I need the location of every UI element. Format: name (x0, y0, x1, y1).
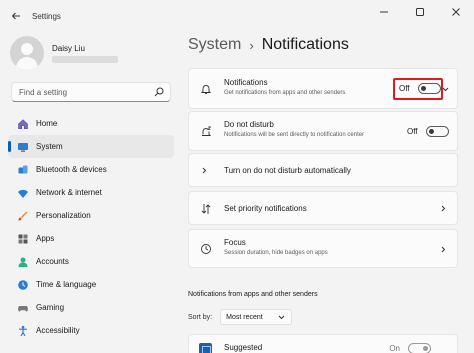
chevron-right-icon[interactable] (440, 205, 447, 212)
window-controls (366, 0, 474, 24)
back-arrow-icon (11, 12, 20, 20)
suggested-toggle-state: On (389, 344, 400, 353)
user-profile[interactable] (10, 36, 44, 70)
main-content: System › Notifications Notifications Get… (182, 32, 474, 353)
notifications-setting-card[interactable]: Notifications Get notifications from app… (188, 68, 458, 109)
sort-dropdown-value: Most recent (226, 313, 263, 321)
sidebar-item-label: Accounts (36, 257, 69, 266)
sidebar-item-system[interactable]: System (8, 135, 174, 158)
dnd-title: Do not disturb (224, 120, 274, 129)
notifications-description: Get notifications from apps and other se… (224, 90, 346, 96)
sidebar: Daisy Liu Home System Bluetooth & device… (0, 32, 182, 353)
close-icon (452, 8, 460, 16)
gaming-icon (16, 301, 29, 314)
system-icon (16, 140, 29, 153)
user-name: Daisy Liu (52, 44, 85, 53)
chevron-down-icon (278, 315, 285, 320)
suggested-app-icon (199, 343, 212, 353)
notifications-toggle-state: Off (399, 84, 410, 93)
suggested-toggle[interactable] (408, 343, 431, 353)
sidebar-item-gaming[interactable]: Gaming (8, 296, 174, 319)
priority-title: Set priority notifications (224, 204, 307, 213)
sidebar-item-personalization[interactable]: Personalization (8, 204, 174, 227)
focus-card[interactable]: Focus Session duration, hide badges on a… (188, 229, 458, 268)
dnd-toggle-state: Off (407, 127, 418, 136)
minimize-button[interactable] (366, 0, 402, 24)
dnd-description: Notifications will be sent directly to n… (224, 132, 365, 138)
dnd-toggle-group[interactable]: Off (407, 126, 449, 137)
sidebar-item-apps[interactable]: Apps (8, 227, 174, 250)
priority-icon (199, 202, 213, 216)
breadcrumb-parent[interactable]: System (188, 36, 241, 54)
accounts-icon (16, 255, 29, 268)
sort-by-label: Sort by: (188, 313, 213, 321)
sidebar-item-label: Home (36, 119, 58, 128)
sidebar-item-accessibility[interactable]: Accessibility (8, 319, 174, 342)
sidebar-nav: Home System Bluetooth & devices Network … (8, 112, 174, 342)
maximize-button[interactable] (402, 0, 438, 24)
chevron-right-icon[interactable] (201, 167, 208, 174)
bell-snooze-icon (199, 125, 213, 139)
sort-by-row: Sort by: Most recent (188, 309, 293, 325)
senders-section-title: Notifications from apps and other sender… (188, 291, 318, 298)
notifications-title: Notifications (224, 78, 268, 87)
breadcrumb: System › Notifications (188, 36, 349, 54)
sidebar-item-label: Gaming (36, 303, 65, 312)
sidebar-item-accounts[interactable]: Accounts (8, 250, 174, 273)
priority-notifications-card[interactable]: Set priority notifications (188, 191, 458, 225)
minimize-icon (380, 11, 388, 13)
maximize-icon (416, 8, 424, 16)
time-language-icon (16, 278, 29, 291)
chevron-down-icon[interactable] (442, 86, 449, 93)
bell-icon (199, 82, 213, 96)
focus-icon (199, 242, 213, 256)
app-name: Suggested (224, 343, 263, 352)
sidebar-item-label: System (36, 142, 63, 151)
app-row-suggested[interactable]: Suggested On (188, 334, 458, 353)
network-icon (16, 186, 29, 199)
bluetooth-icon (16, 163, 29, 176)
sort-dropdown[interactable]: Most recent (220, 309, 293, 325)
back-button[interactable] (2, 2, 30, 30)
apps-icon (16, 232, 29, 245)
breadcrumb-separator: › (249, 37, 254, 53)
close-button[interactable] (438, 0, 474, 24)
focus-description: Session duration, hide badges on apps (224, 250, 328, 256)
chevron-right-icon[interactable] (440, 246, 447, 253)
personalization-icon (16, 209, 29, 222)
auto-dnd-card[interactable]: Turn on do not disturb automatically (188, 153, 458, 187)
sidebar-item-label: Personalization (36, 211, 91, 220)
title-bar: Settings (0, 0, 474, 32)
search-input[interactable] (19, 87, 149, 97)
sidebar-item-label: Bluetooth & devices (36, 165, 107, 174)
sidebar-item-bluetooth-devices[interactable]: Bluetooth & devices (8, 158, 174, 181)
sidebar-item-network-internet[interactable]: Network & internet (8, 181, 174, 204)
sidebar-item-label: Time & language (36, 280, 97, 289)
auto-dnd-title: Turn on do not disturb automatically (224, 166, 351, 175)
sidebar-item-home[interactable]: Home (8, 112, 174, 135)
accessibility-icon (16, 324, 29, 337)
do-not-disturb-card: Do not disturb Notifications will be sen… (188, 111, 458, 151)
notifications-toggle[interactable] (417, 83, 441, 94)
sidebar-item-label: Accessibility (36, 326, 80, 335)
notifications-toggle-group[interactable]: Off (399, 83, 441, 94)
search-box[interactable] (11, 82, 171, 102)
sidebar-item-time-language[interactable]: Time & language (8, 273, 174, 296)
sidebar-item-label: Network & internet (36, 188, 102, 197)
avatar (10, 36, 44, 70)
dnd-toggle[interactable] (425, 126, 449, 137)
search-icon[interactable] (154, 87, 164, 97)
focus-title: Focus (224, 238, 246, 247)
user-email-redacted (52, 56, 118, 63)
sidebar-item-label: Apps (36, 234, 55, 243)
suggested-toggle-group[interactable]: On (389, 343, 431, 353)
window-title: Settings (32, 11, 61, 21)
home-icon (16, 117, 29, 130)
page-title: Notifications (261, 36, 349, 53)
